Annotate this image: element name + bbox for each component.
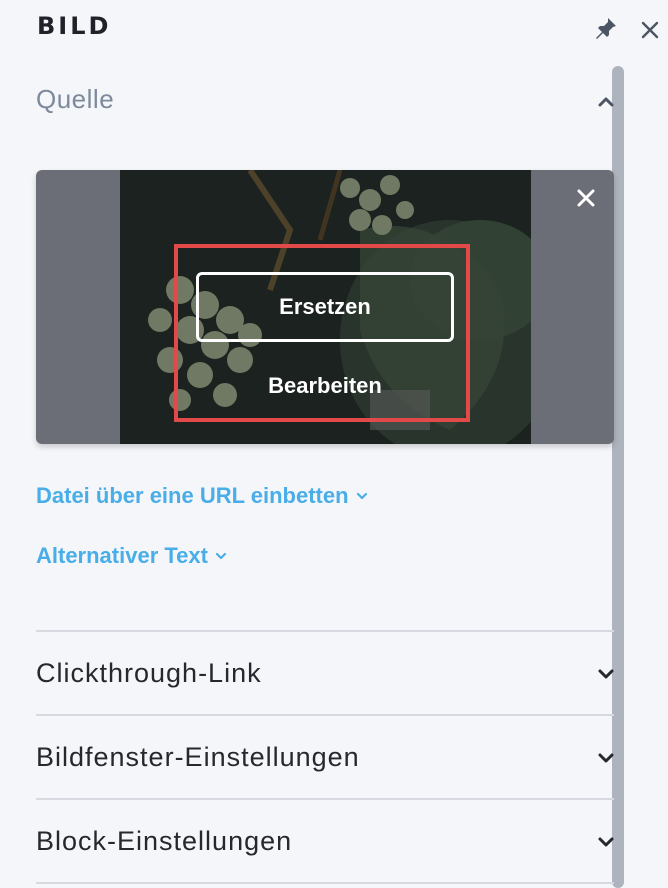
chevron-down-icon — [598, 837, 614, 847]
alt-text-toggle[interactable]: Alternativer Text — [36, 541, 228, 571]
source-section-label: Quelle — [36, 84, 115, 114]
chevron-down-icon — [598, 669, 614, 679]
divider — [36, 798, 614, 800]
panel-title: BILD — [37, 12, 112, 40]
source-section-header[interactable]: Quelle — [36, 84, 620, 118]
divider — [36, 714, 614, 716]
close-icon[interactable] — [638, 18, 662, 42]
replace-button[interactable]: Ersetzen — [196, 272, 454, 342]
chevron-down-icon — [598, 753, 614, 763]
chevron-down-icon — [215, 552, 227, 560]
chevron-up-icon — [598, 97, 614, 107]
accordion-block-settings[interactable]: Block-Einstellungen — [36, 822, 620, 862]
divider — [36, 630, 614, 632]
divider — [36, 882, 614, 884]
remove-image-icon[interactable] — [572, 184, 600, 212]
image-preview-card: Ersetzen Bearbeiten — [36, 170, 614, 444]
chevron-down-icon — [356, 492, 367, 500]
edit-button[interactable]: Bearbeiten — [196, 366, 454, 406]
accordion-label: Clickthrough-Link — [36, 658, 262, 688]
accordion-clickthrough-link[interactable]: Clickthrough-Link — [36, 654, 620, 694]
embed-url-toggle[interactable]: Datei über eine URL einbetten — [36, 481, 369, 511]
embed-url-label: Datei über eine URL einbetten — [36, 483, 349, 508]
pin-icon[interactable] — [594, 16, 618, 40]
alt-text-label: Alternativer Text — [36, 543, 208, 568]
accordion-label: Bildfenster-Einstellungen — [36, 742, 360, 772]
accordion-label: Block-Einstellungen — [36, 826, 293, 856]
accordion-image-window-settings[interactable]: Bildfenster-Einstellungen — [36, 738, 620, 778]
